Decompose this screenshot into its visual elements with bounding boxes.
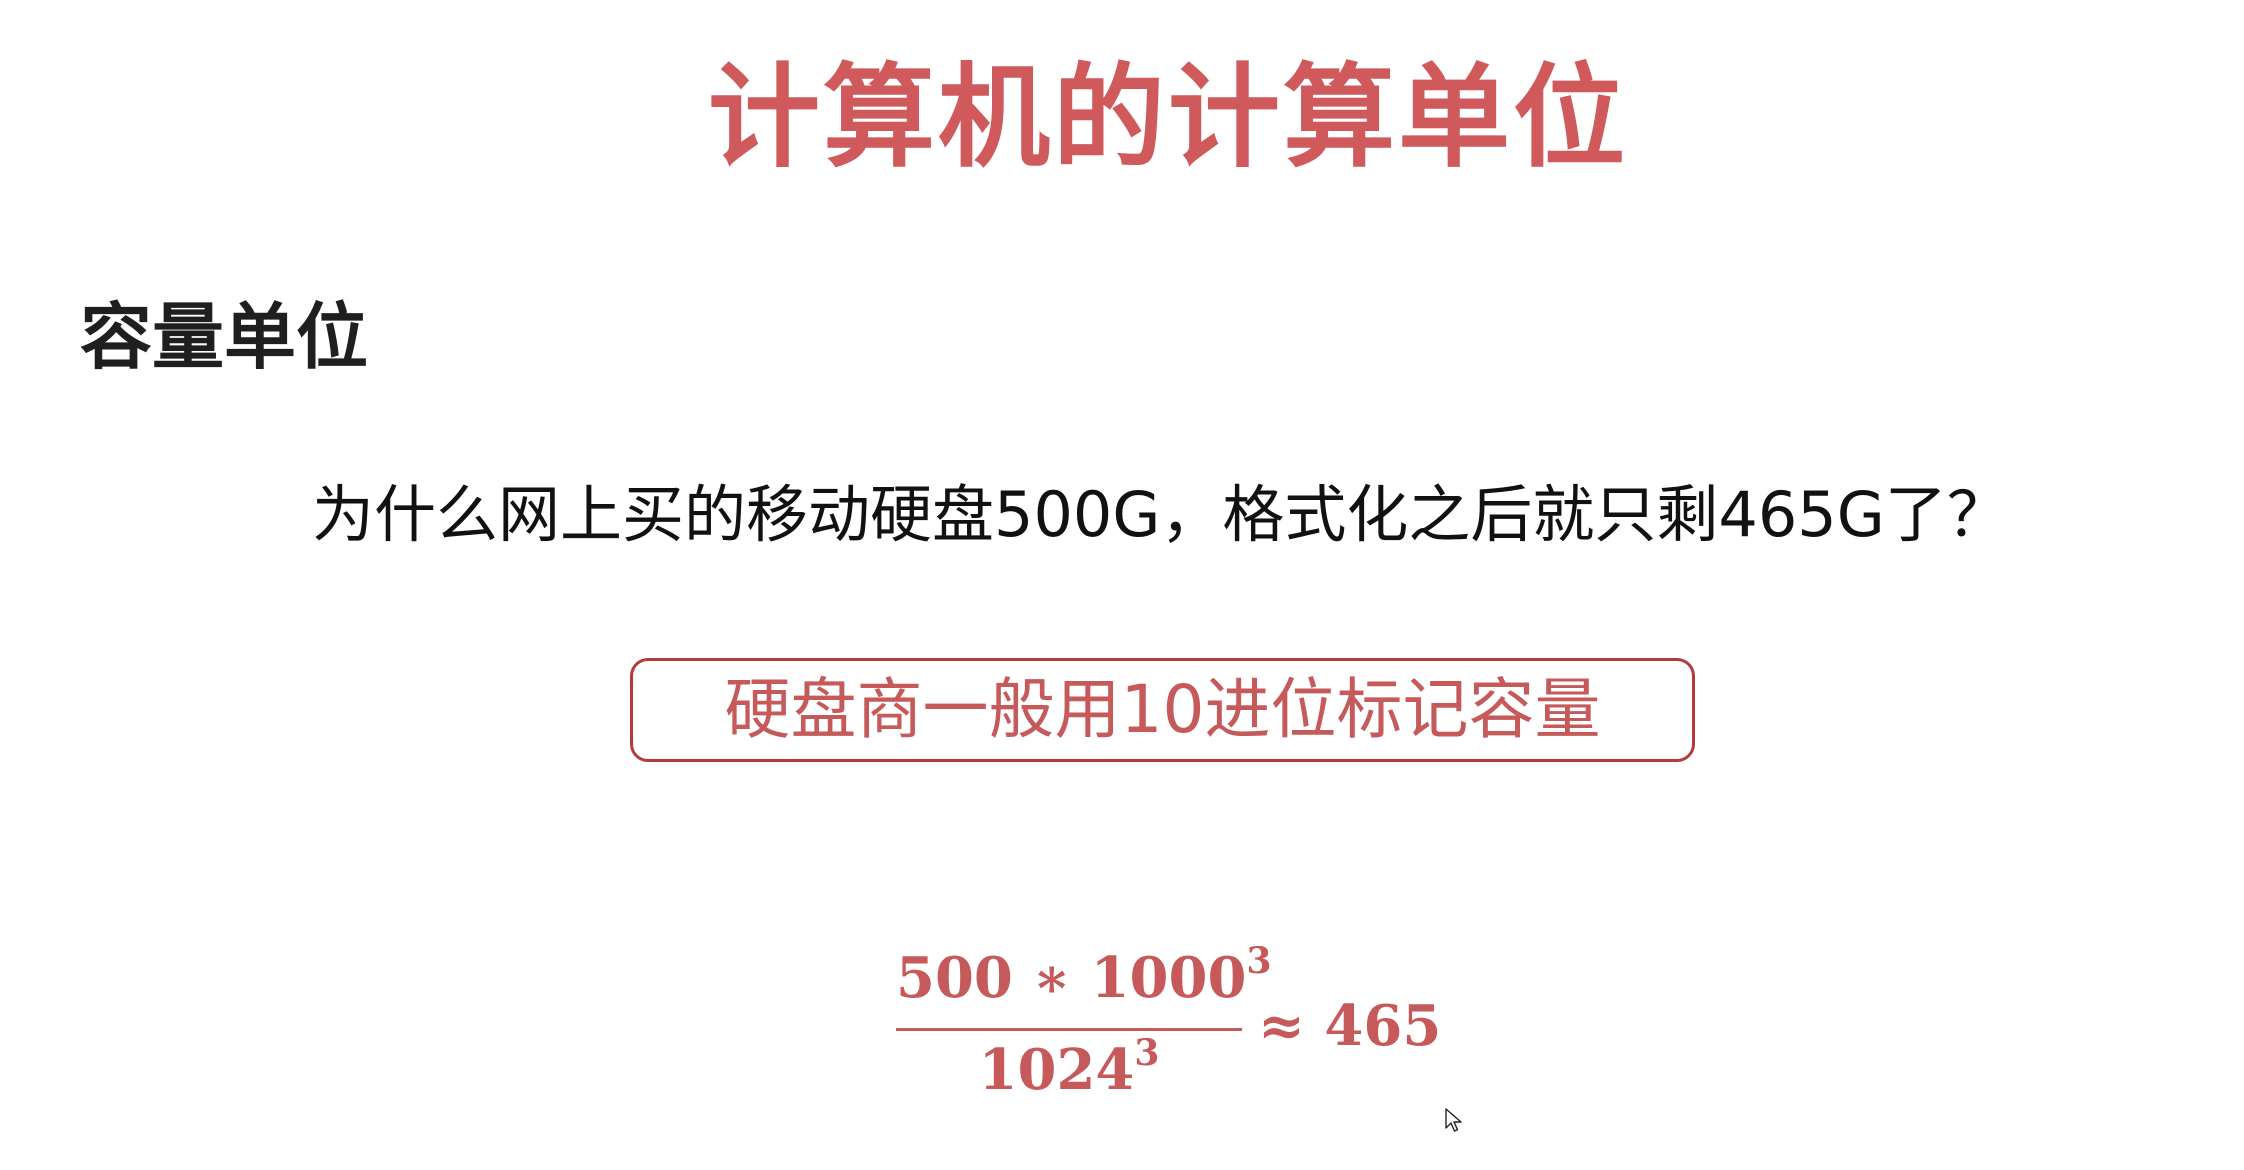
- section-heading: 容量单位: [80, 295, 369, 379]
- approx-symbol: ≈: [1258, 993, 1305, 1059]
- question-text: 为什么网上买的移动硬盘500G，格式化之后就只剩465G了？: [312, 478, 2009, 551]
- numerator-exponent: 3: [1246, 940, 1272, 982]
- mouse-pointer-icon: [1445, 1108, 1465, 1134]
- slide: 计算机的计算单位 容量单位 为什么网上买的移动硬盘500G，格式化之后就只剩46…: [0, 0, 2244, 1170]
- callout-box: 硬盘商一般用10进位标记容量: [630, 658, 1695, 762]
- formula-denominator: 10243: [896, 1032, 1242, 1108]
- denominator-exponent: 3: [1134, 1032, 1160, 1074]
- formula-result: ≈ 465: [1258, 988, 1441, 1064]
- callout-text: 硬盘商一般用10进位标记容量: [724, 671, 1601, 748]
- slide-title: 计算机的计算单位: [708, 53, 1628, 183]
- fraction-bar: [896, 1028, 1242, 1031]
- numerator-base: 500 ∗ 1000: [896, 945, 1247, 1011]
- formula-numerator: 500 ∗ 10003: [896, 940, 1272, 1016]
- denominator-base: 1024: [978, 1037, 1135, 1103]
- result-value: 465: [1324, 993, 1442, 1059]
- formula: 500 ∗ 10003 10243 ≈ 465: [896, 940, 1456, 1103]
